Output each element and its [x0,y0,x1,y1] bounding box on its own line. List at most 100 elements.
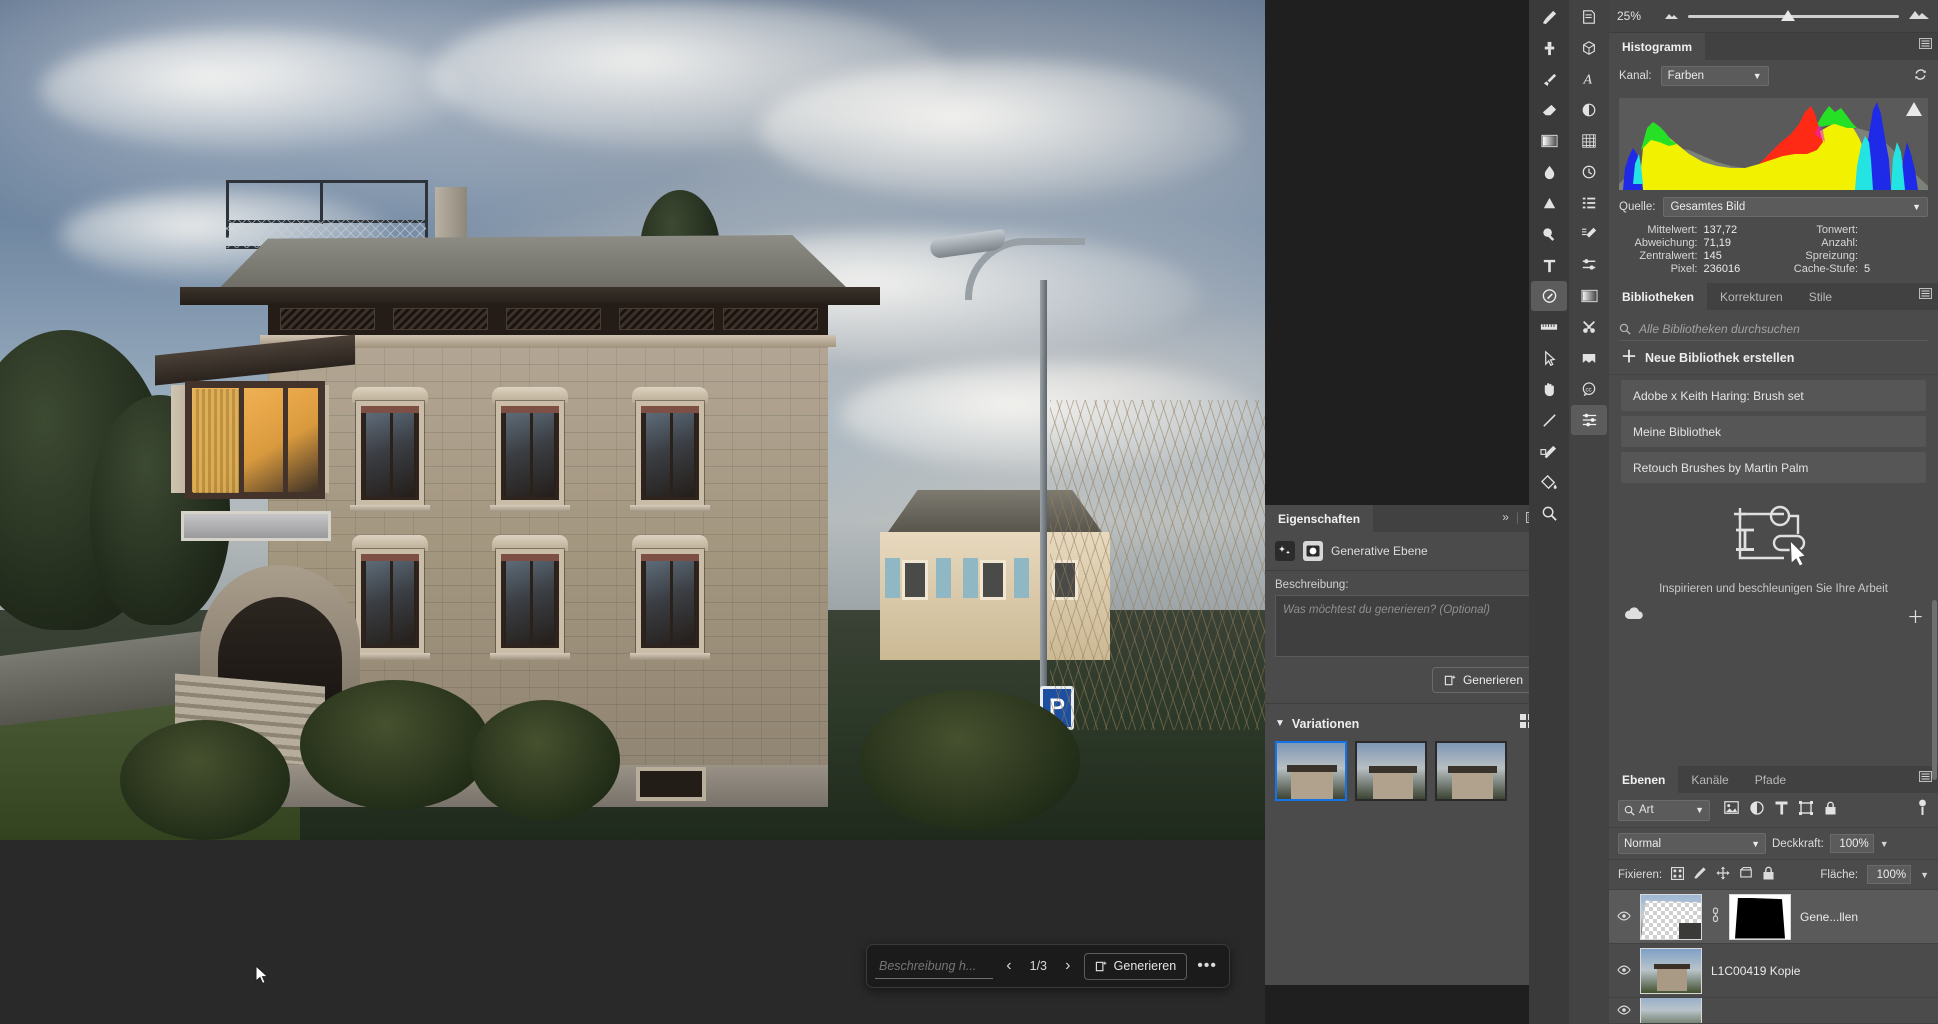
layer-filter-select[interactable]: Art ▼ [1618,799,1710,821]
path-selection-icon[interactable] [1531,343,1567,373]
tab-korrekturen[interactable]: Korrekturen [1707,283,1796,310]
library-item[interactable]: Meine Bibliothek [1621,416,1926,447]
history-brush-icon[interactable] [1531,64,1567,94]
layer-thumbnail[interactable] [1640,998,1702,1023]
histogram-panel[interactable]: Histogramm Kanal: Farben ▼ Quelle: Gesam… [1609,33,1938,283]
lock-image-icon[interactable] [1693,866,1707,883]
smart-object-filter-icon[interactable] [1824,801,1837,820]
double-chevron-right-icon[interactable]: » [1502,510,1509,524]
table-row[interactable]: L1C00419 Kopie [1609,944,1938,998]
layer-visibility-toggle[interactable] [1617,1004,1631,1018]
properties-icon[interactable] [1571,405,1607,435]
cloud-icon[interactable] [1623,607,1645,624]
library-item[interactable]: Adobe x Keith Haring: Brush set [1621,380,1926,411]
taskbar-prompt-input[interactable] [875,953,993,979]
brush-icon[interactable] [1531,2,1567,32]
taskbar-generate-button[interactable]: Generieren [1083,952,1188,980]
tab-bibliotheken[interactable]: Bibliotheken [1609,283,1708,310]
small-mountain-icon[interactable] [1664,7,1679,25]
tools-icon[interactable] [1571,312,1607,342]
type-filter-icon[interactable] [1775,801,1788,820]
zoom-slider-row[interactable]: 25% [1609,0,1938,33]
dodge-icon[interactable] [1531,188,1567,218]
chevron-down-icon[interactable]: ▼ [1880,839,1889,849]
clone-stamp-icon[interactable] [1531,33,1567,63]
properties-panel[interactable]: Eigenschaften » | Generative Ebene Besch… [1265,505,1545,985]
type-icon[interactable] [1531,250,1567,280]
adjustment-filter-icon[interactable] [1750,800,1764,820]
filter-toggle-icon[interactable] [1916,799,1929,821]
properties-prompt-input[interactable]: Was möchtest du generieren? (Optional) [1275,595,1535,657]
measure-icon[interactable] [1531,312,1567,342]
tab-kanaele[interactable]: Kanäle [1678,766,1742,793]
notes-icon[interactable] [1571,2,1607,32]
tool-panel-left[interactable] [1529,0,1569,1024]
custom-shape-icon[interactable] [1531,436,1567,466]
libraries-icon[interactable] [1571,343,1607,373]
fill-value[interactable]: 100% [1867,865,1912,884]
chevron-down-icon[interactable]: ▼ [1920,870,1929,880]
shape-filter-icon[interactable] [1799,800,1813,820]
properties-generate-button[interactable]: Generieren [1431,667,1535,693]
glyphs-icon[interactable]: A [1571,64,1607,94]
tab-eigenschaften[interactable]: Eigenschaften [1265,505,1374,532]
panel-menu-icon[interactable] [1919,771,1932,782]
cc-icon[interactable]: cc [1571,374,1607,404]
tab-stile[interactable]: Stile [1795,283,1846,310]
taskbar-more-button[interactable]: ••• [1193,957,1221,975]
variation-thumbnail[interactable] [1355,741,1427,801]
large-mountain-icon[interactable] [1908,7,1930,25]
plus-icon[interactable]: ＋ [1907,603,1924,628]
pixel-filter-icon[interactable] [1724,800,1739,820]
layer-visibility-toggle[interactable] [1617,964,1631,978]
tab-ebenen[interactable]: Ebenen [1609,766,1679,793]
table-row[interactable] [1609,998,1938,1024]
variation-thumbnail[interactable] [1435,741,1507,801]
layer-mask-thumbnail[interactable] [1729,893,1791,940]
eraser-icon[interactable] [1531,95,1567,125]
libraries-panel[interactable]: Bibliotheken Korrekturen Stile Alle Bibl… [1609,283,1938,636]
lock-all-icon[interactable] [1762,866,1775,883]
layers-panel[interactable]: Ebenen Kanäle Pfade Art ▼ Normal ▼ Deckk… [1609,766,1938,1024]
layer-thumbnail[interactable] [1640,893,1702,940]
adjustments-icon[interactable] [1571,95,1607,125]
document-image[interactable]: P [0,0,1265,840]
layer-visibility-toggle[interactable] [1617,910,1631,924]
layer-name[interactable]: L1C00419 Kopie [1711,964,1800,978]
contextual-taskbar[interactable]: ‹ 1/3 › Generieren ••• [866,944,1230,988]
zoom-slider[interactable] [1688,9,1899,21]
panel-menu-icon[interactable] [1919,38,1932,49]
gradients-icon[interactable] [1571,281,1607,311]
pen-icon[interactable] [1531,281,1567,311]
blend-mode-select[interactable]: Normal ▼ [1618,833,1766,854]
variations-title-group[interactable]: ▼ Variationen [1275,717,1359,731]
brush-settings-icon[interactable] [1571,219,1607,249]
gradient-icon[interactable] [1531,126,1567,156]
opacity-value[interactable]: 100% [1829,834,1874,853]
channel-select[interactable]: Farben ▼ [1660,66,1769,86]
panel-menu-icon[interactable] [1919,288,1932,299]
tab-histogramm[interactable]: Histogramm [1609,33,1706,60]
document-canvas-area[interactable]: P ‹ 1/3 › Generieren ••• [0,0,1265,1024]
right-dock[interactable]: 25% Histogramm Kanal: Farben ▼ Quelle: G… [1609,0,1938,1024]
next-variation-button[interactable]: › [1058,957,1078,975]
layers-filter-row[interactable]: Art ▼ [1609,793,1938,828]
lock-row[interactable]: Fixieren: Fläche: 100% ▼ [1609,860,1938,890]
blur-icon[interactable] [1531,157,1567,187]
3d-icon[interactable] [1571,33,1607,63]
panel-dock-rail[interactable]: A cc [1569,0,1609,1024]
layer-mask-link-icon[interactable] [1711,907,1720,926]
brush-presets-icon[interactable] [1571,250,1607,280]
hand-icon[interactable] [1531,374,1567,404]
lock-position-icon[interactable] [1716,866,1730,883]
table-row[interactable]: Gene...llen [1609,890,1938,944]
lock-transparency-icon[interactable] [1671,866,1685,883]
layer-name[interactable]: Gene...llen [1800,910,1858,924]
source-select[interactable]: Gesamtes Bild ▼ [1663,197,1928,217]
libraries-scrollbar[interactable] [1932,600,1937,780]
refresh-icon[interactable] [1913,67,1928,85]
blend-mode-row[interactable]: Normal ▼ Deckkraft: 100% ▼ [1609,828,1938,860]
zoom-slider-handle[interactable] [1780,9,1795,21]
zoom-icon[interactable] [1531,498,1567,528]
variation-thumbnail[interactable] [1275,741,1347,801]
